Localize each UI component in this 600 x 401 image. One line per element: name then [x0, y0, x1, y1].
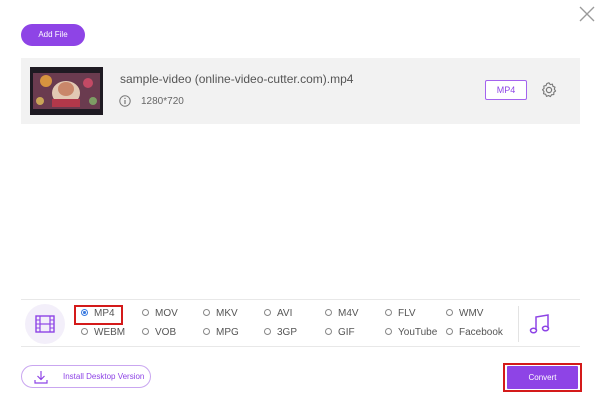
video-category-tab[interactable] — [25, 304, 65, 344]
selection-highlight — [74, 305, 123, 325]
radio[interactable] — [385, 328, 392, 335]
radio[interactable] — [142, 328, 149, 335]
film-icon — [35, 315, 55, 333]
format-option-mkv[interactable]: MKV — [203, 308, 238, 322]
file-name: sample-video (online-video-cutter.com).m… — [120, 72, 354, 86]
file-resolution: 1280*720 — [141, 96, 184, 107]
format-option-m4v[interactable]: M4V — [325, 308, 359, 322]
close-icon[interactable] — [578, 5, 596, 23]
format-option-vob[interactable]: VOB — [142, 327, 176, 341]
file-list-item: sample-video (online-video-cutter.com).m… — [21, 58, 580, 124]
output-format-badge[interactable]: MP4 — [485, 80, 527, 100]
format-option-mov[interactable]: MOV — [142, 308, 178, 322]
music-note-icon[interactable] — [528, 312, 552, 336]
add-file-button[interactable]: Add File — [21, 24, 85, 46]
radio[interactable] — [446, 309, 453, 316]
format-option-3gp[interactable]: 3GP — [264, 327, 297, 341]
gear-icon[interactable] — [540, 81, 558, 99]
download-icon — [34, 371, 48, 384]
install-desktop-label: Install Desktop Version — [63, 372, 145, 381]
radio[interactable] — [264, 328, 271, 335]
radio[interactable] — [142, 309, 149, 316]
radio[interactable] — [325, 328, 332, 335]
radio[interactable] — [325, 309, 332, 316]
format-option-webm[interactable]: WEBM — [81, 327, 125, 341]
convert-button[interactable]: Convert — [507, 366, 578, 389]
radio[interactable] — [203, 328, 210, 335]
install-desktop-button[interactable]: Install Desktop Version — [21, 365, 151, 388]
divider — [518, 306, 519, 342]
format-panel: MP4 MOV MKV AVI M4V FLV WMV WEBM VOB MPG… — [21, 299, 580, 347]
format-option-avi[interactable]: AVI — [264, 308, 292, 322]
radio[interactable] — [203, 309, 210, 316]
info-icon[interactable] — [119, 95, 131, 107]
format-option-facebook[interactable]: Facebook — [446, 327, 503, 341]
radio[interactable] — [81, 328, 88, 335]
video-thumbnail — [30, 67, 103, 115]
format-option-flv[interactable]: FLV — [385, 308, 416, 322]
format-option-gif[interactable]: GIF — [325, 327, 355, 341]
radio[interactable] — [264, 309, 271, 316]
format-option-wmv[interactable]: WMV — [446, 308, 483, 322]
format-option-mpg[interactable]: MPG — [203, 327, 239, 341]
radio[interactable] — [385, 309, 392, 316]
format-option-youtube[interactable]: YouTube — [385, 327, 437, 341]
radio[interactable] — [446, 328, 453, 335]
